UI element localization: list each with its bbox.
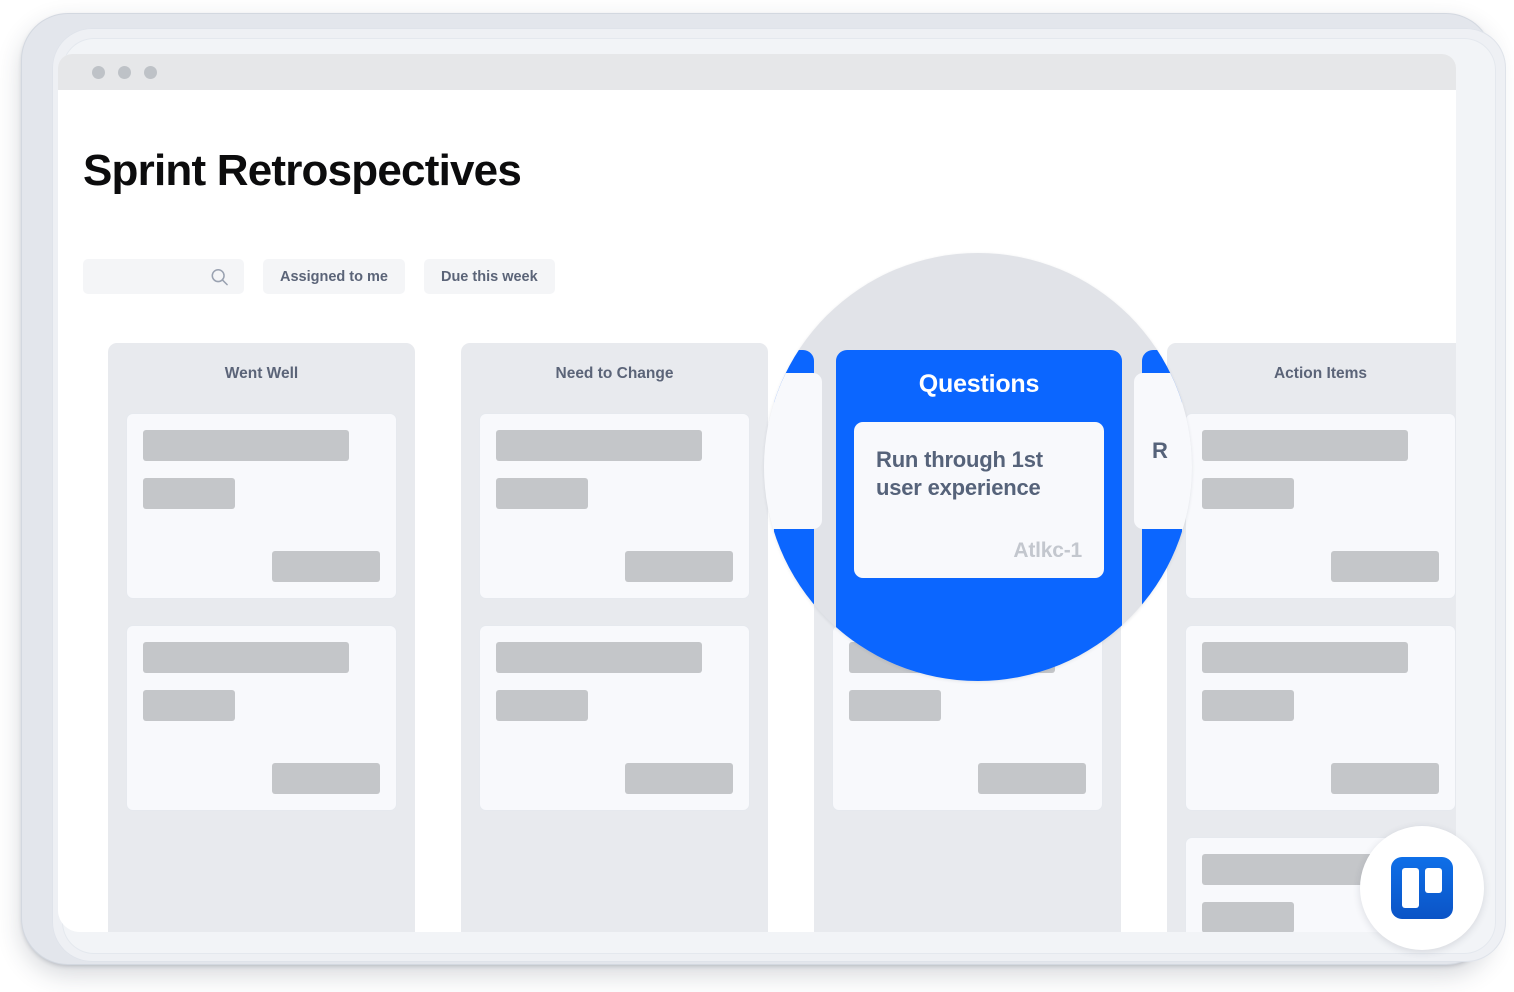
column-title: Went Well <box>224 365 299 382</box>
card-skeleton-line <box>143 642 350 673</box>
column-title: Need to Change <box>555 365 674 382</box>
magnified-card-text: Run through 1st user experience <box>876 447 1043 501</box>
card-skeleton-line <box>143 478 236 509</box>
card-skeleton-chip <box>1331 551 1439 582</box>
magnified-neighbor-card-left <box>764 373 822 529</box>
magnifier-lens: R Questions Run through 1st user experie… <box>764 253 1192 681</box>
search-box[interactable] <box>83 259 244 294</box>
board-card[interactable] <box>126 625 397 811</box>
magnified-neighbor-card-text: R <box>1152 438 1168 463</box>
minimize-dot-icon[interactable] <box>118 65 131 79</box>
card-skeleton-line <box>496 478 589 509</box>
trello-logo-badge <box>1360 826 1484 950</box>
card-skeleton-chip <box>625 551 733 582</box>
filter-chip-due-this-week[interactable]: Due this week <box>423 259 555 294</box>
filter-chip-assigned-to-me[interactable]: Assigned to me <box>263 259 405 294</box>
card-skeleton-line <box>1202 642 1409 673</box>
filter-bar: Assigned to me Due this week <box>83 259 555 294</box>
board-column-need-to-change[interactable]: Need to Change <box>461 343 768 932</box>
card-skeleton-line <box>496 642 703 673</box>
board-column-went-well[interactable]: Went Well <box>108 343 415 932</box>
card-skeleton-line <box>849 690 942 721</box>
close-dot-icon[interactable] <box>92 65 105 79</box>
board-card[interactable] <box>1185 625 1456 811</box>
magnified-column-title: Questions <box>918 370 1040 398</box>
column-title: Action Items <box>1273 365 1367 382</box>
search-icon <box>210 267 229 286</box>
card-skeleton-chip <box>978 763 1086 794</box>
card-skeleton-chip <box>272 551 380 582</box>
trello-bar-right-icon <box>1425 868 1442 893</box>
browser-titlebar <box>58 54 1456 90</box>
magnified-column-questions[interactable]: Questions Run through 1st user experienc… <box>836 350 1122 681</box>
browser-content: Sprint Retrospectives Assigned to me Due… <box>58 90 1456 932</box>
card-skeleton-line <box>1202 690 1295 721</box>
card-skeleton-line <box>1202 430 1409 461</box>
card-skeleton-chip <box>625 763 733 794</box>
card-skeleton-line <box>143 430 350 461</box>
card-skeleton-line <box>1202 478 1295 509</box>
board-card[interactable] <box>126 413 397 599</box>
screenshot-stage: Sprint Retrospectives Assigned to me Due… <box>0 0 1514 992</box>
magnified-card[interactable]: Run through 1st user experience Atlkc-1 <box>854 422 1104 578</box>
browser-window: Sprint Retrospectives Assigned to me Due… <box>58 54 1456 932</box>
maximize-dot-icon[interactable] <box>144 65 157 79</box>
card-skeleton-line <box>143 690 236 721</box>
trello-bar-left-icon <box>1402 868 1419 908</box>
card-skeleton-chip <box>272 763 380 794</box>
card-skeleton-line <box>1202 902 1295 932</box>
trello-logo-icon <box>1391 857 1453 919</box>
card-skeleton-line <box>496 430 703 461</box>
card-skeleton-line <box>496 690 589 721</box>
magnified-neighbor-card-right: R <box>1134 373 1192 529</box>
page-title: Sprint Retrospectives <box>83 146 522 195</box>
board-card[interactable] <box>1185 413 1456 599</box>
board-card[interactable] <box>479 413 750 599</box>
card-skeleton-chip <box>1331 763 1439 794</box>
magnified-card-id: Atlkc-1 <box>1013 539 1082 562</box>
board-card[interactable] <box>479 625 750 811</box>
